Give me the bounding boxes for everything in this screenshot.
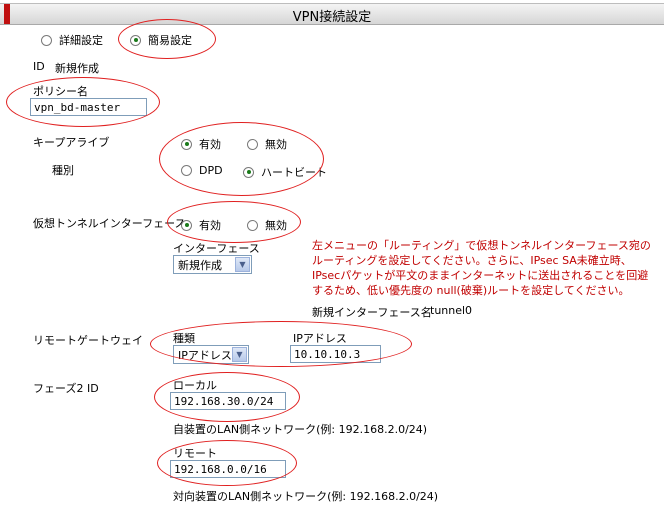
keepalive-heartbeat-label: ハートビート — [261, 166, 327, 179]
remote-gateway-type-label: 種類 — [173, 332, 195, 345]
interface-select[interactable]: 新規作成 ▼ — [173, 255, 252, 274]
phase2-remote-label: リモート — [173, 447, 217, 460]
interface-select-value: 新規作成 — [178, 258, 222, 272]
note-line: IPsecパケットが平文のままインターネットに送出されることを回避 — [312, 269, 649, 282]
tunnel-disabled-label: 無効 — [265, 219, 287, 232]
note-line: ルーティングを設定してください。さらに、IPsec SA未確立時、 — [312, 254, 632, 267]
keepalive-label: キープアライブ — [33, 136, 110, 149]
mode-detail-label: 詳細設定 — [59, 34, 103, 47]
phase2-local-input[interactable] — [170, 392, 286, 410]
keepalive-disabled-radio[interactable]: 無効 — [247, 136, 287, 152]
radio-tunnel-enabled[interactable] — [181, 219, 192, 231]
page-header: VPN接続設定 — [0, 3, 664, 25]
remote-gateway-ip-label: IPアドレス — [293, 332, 347, 345]
radio-keepalive-enabled[interactable] — [181, 138, 192, 150]
mode-simple-label: 簡易設定 — [148, 34, 192, 47]
virtual-tunnel-label: 仮想トンネルインターフェース — [33, 217, 186, 230]
mode-simple-radio[interactable]: 簡易設定 — [130, 32, 192, 48]
keepalive-enabled-label: 有効 — [199, 138, 221, 151]
keepalive-enabled-radio[interactable]: 有効 — [181, 136, 221, 152]
interface-label: インターフェース — [173, 242, 260, 255]
tunnel-disabled-radio[interactable]: 無効 — [247, 217, 287, 233]
new-interface-name-label: 新規インターフェース名 — [312, 306, 432, 319]
radio-keepalive-disabled[interactable] — [247, 138, 258, 150]
remote-gateway-type-select[interactable]: IPアドレス ▼ — [173, 345, 249, 364]
phase2-remote-input[interactable] — [170, 460, 286, 478]
radio-simple[interactable] — [130, 34, 141, 46]
remote-gateway-label: リモートゲートウェイ — [33, 334, 143, 347]
id-value: 新規作成 — [55, 62, 99, 75]
keepalive-dpd-radio[interactable]: DPD — [181, 164, 223, 177]
phase2-id-label: フェーズ2 ID — [33, 382, 99, 395]
chevron-down-icon[interactable]: ▼ — [235, 257, 250, 272]
remote-gateway-ip-input[interactable] — [290, 345, 381, 363]
phase2-local-label: ローカル — [173, 379, 217, 392]
policy-name-label: ポリシー名 — [33, 85, 88, 98]
note-line: するため、低い優先度の null(破棄)ルートを設定してください。 — [312, 284, 630, 297]
keepalive-heartbeat-radio[interactable]: ハートビート — [243, 164, 327, 180]
keepalive-disabled-label: 無効 — [265, 138, 287, 151]
note-line: 左メニューの「ルーティング」で仮想トンネルインターフェース宛の — [312, 239, 651, 252]
radio-tunnel-disabled[interactable] — [247, 219, 258, 231]
tunnel-enabled-radio[interactable]: 有効 — [181, 217, 221, 233]
radio-dpd[interactable] — [181, 165, 192, 176]
tunnel-enabled-label: 有効 — [199, 219, 221, 232]
highlight-ellipse — [159, 122, 324, 196]
id-label: ID — [33, 60, 45, 73]
radio-detail[interactable] — [41, 34, 52, 46]
keepalive-type-label: 種別 — [52, 164, 74, 177]
keepalive-dpd-label: DPD — [199, 164, 223, 177]
mode-detail-radio[interactable]: 詳細設定 — [41, 32, 103, 48]
policy-name-input[interactable] — [30, 98, 147, 116]
new-interface-name-value: tunnel0 — [430, 304, 473, 317]
page-title: VPN接続設定 — [292, 10, 372, 25]
tunnel-routing-note: 左メニューの「ルーティング」で仮想トンネルインターフェース宛の ルーティングを設… — [312, 238, 651, 298]
phase2-remote-help: 対向装置のLAN側ネットワーク(例: 192.168.2.0/24) — [173, 490, 439, 503]
remote-gateway-type-value: IPアドレス — [178, 348, 232, 362]
radio-heartbeat[interactable] — [243, 166, 254, 178]
chevron-down-icon[interactable]: ▼ — [232, 347, 247, 362]
phase2-local-help: 自装置のLAN側ネットワーク(例: 192.168.2.0/24) — [173, 423, 428, 436]
